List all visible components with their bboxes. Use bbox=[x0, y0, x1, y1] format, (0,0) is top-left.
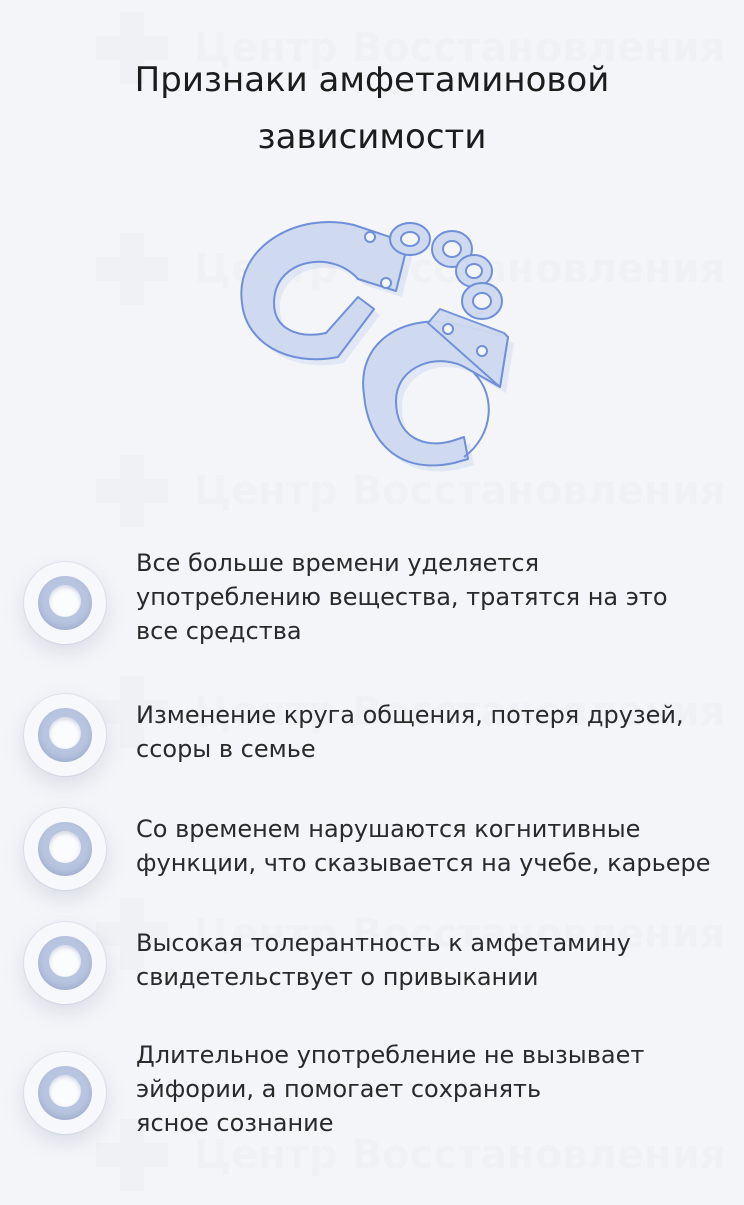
handcuffs-icon bbox=[228, 205, 528, 495]
bullet-icon bbox=[24, 808, 106, 890]
medical-cross-icon bbox=[96, 233, 168, 305]
bullet-icon bbox=[24, 694, 106, 776]
list-item-text: Все больше времени уделяется употреблени… bbox=[136, 549, 668, 645]
list-item-text: Со временем нарушаются когнитивные функц… bbox=[136, 815, 711, 877]
page-title: Признаки амфетаминовой зависимости bbox=[134, 60, 610, 157]
list-item-text: Длительное употребление не вызывает эйфо… bbox=[136, 1041, 645, 1137]
infographic-page: Центр Восстановления Центр Восстановлени… bbox=[0, 0, 744, 1205]
list-item-text: Изменение круга общения, потеря друзей, … bbox=[136, 701, 684, 763]
list-item-text: Высокая толерантность к амфетамину свиде… bbox=[136, 929, 631, 991]
bullet-icon bbox=[24, 1052, 106, 1134]
bullet-icon bbox=[24, 562, 106, 644]
bullet-icon bbox=[24, 922, 106, 1004]
medical-cross-icon bbox=[96, 455, 168, 527]
